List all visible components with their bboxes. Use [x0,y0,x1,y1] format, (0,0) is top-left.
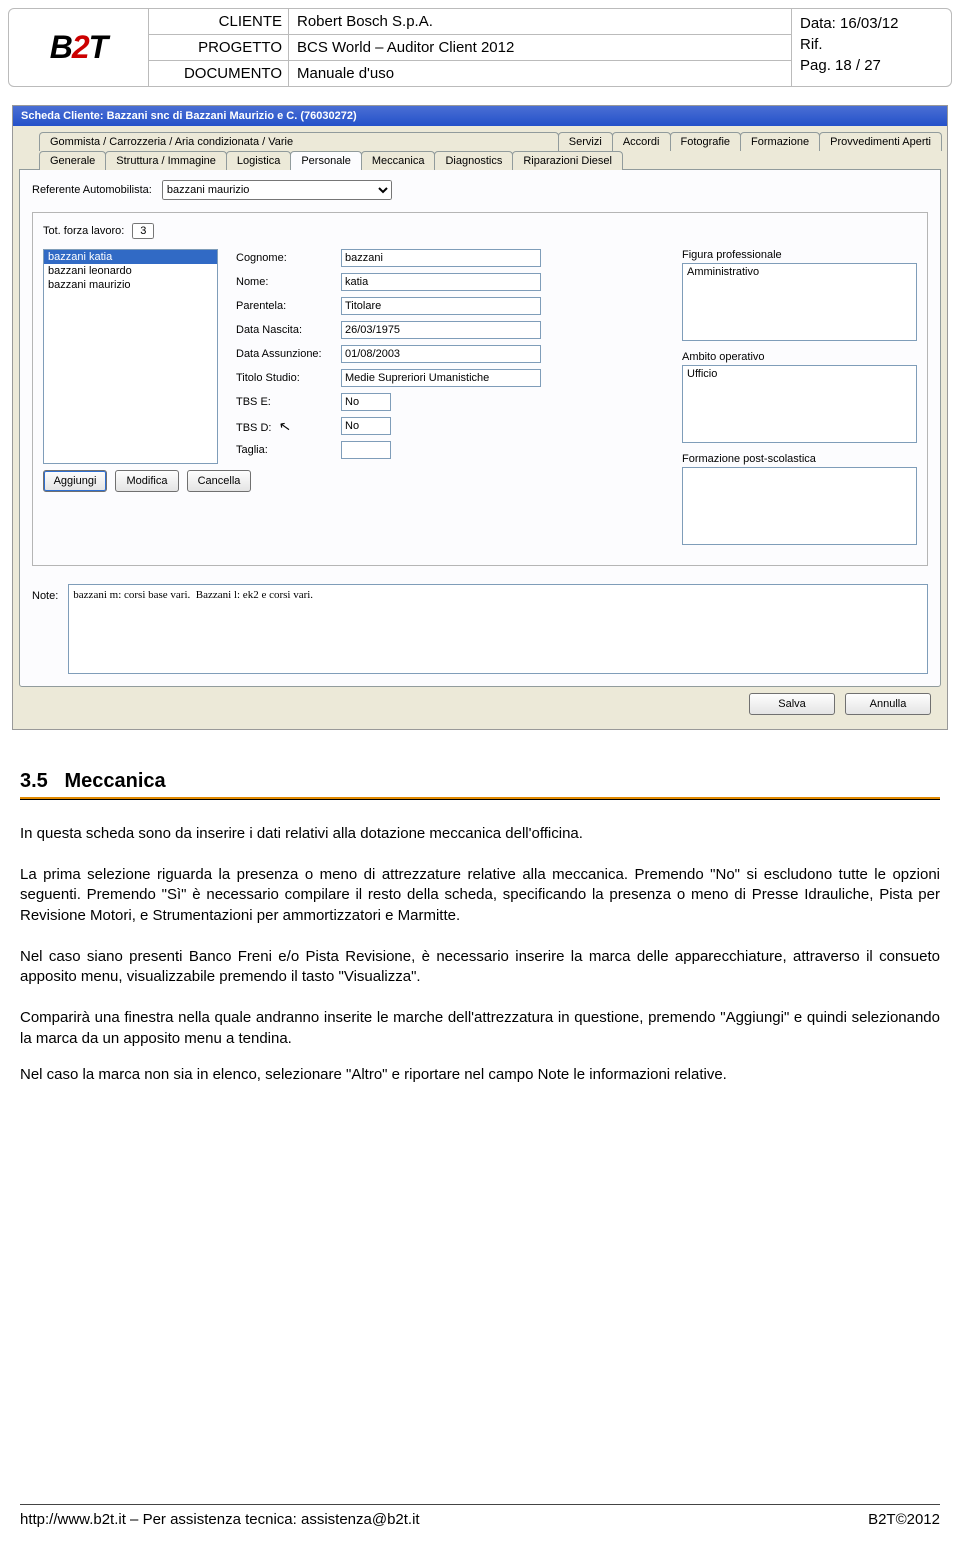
cognome-label: Cognome: [236,252,341,264]
cognome-input[interactable] [341,249,541,267]
data-nascita-label: Data Nascita: [236,324,341,336]
tab-diagnostics[interactable]: Diagnostics [434,151,513,170]
tbs-e-input[interactable] [341,393,391,411]
tab-logistica[interactable]: Logistica [226,151,291,170]
ambito-box[interactable]: Ufficio [682,365,917,443]
list-item[interactable]: bazzani leonardo [44,264,217,278]
forza-label: Tot. forza lavoro: [43,225,124,237]
paragraph: Comparirà una finestra nella quale andra… [20,1008,940,1049]
header-right: Data: 16/03/12 Rif. Pag. 18 / 27 [791,9,951,86]
personale-group: Tot. forza lavoro: bazzani katia bazzani… [32,212,928,566]
section-heading: 3.5 Meccanica [20,770,940,795]
tbs-e-label: TBS E: [236,396,341,408]
page-footer: http://www.b2t.it – Per assistenza tecni… [20,1504,940,1528]
list-item[interactable]: bazzani maurizio [44,278,217,292]
tab-riparazioni[interactable]: Riparazioni Diesel [512,151,623,170]
paragraph: Nel caso la marca non sia in elenco, sel… [20,1065,940,1086]
referente-select[interactable]: bazzani maurizio [162,180,392,200]
data-nascita-input[interactable] [341,321,541,339]
formazione-post-box[interactable] [682,467,917,545]
referente-label: Referente Automobilista: [32,184,152,196]
logo-b: B [50,29,72,66]
list-item[interactable]: bazzani katia [44,250,217,264]
taglia-input[interactable] [341,441,391,459]
logo-t: T [89,29,108,66]
window-title: Scheda Cliente: Bazzani snc di Bazzani M… [13,106,947,126]
doc-header: B2T CLIENTERobert Bosch S.p.A. PROGETTOB… [8,8,952,87]
tab-gommista[interactable]: Gommista / Carrozzeria / Aria condiziona… [39,132,559,151]
documento-label: DOCUMENTO [149,61,289,86]
taglia-label: Taglia: [236,444,341,456]
figura-box[interactable]: Amministrativo [682,263,917,341]
footer-url[interactable]: http://www.b2t.it [20,1511,126,1528]
formazione-post-label: Formazione post-scolastica [682,453,917,465]
ambito-label: Ambito operativo [682,351,917,363]
paragraph: La prima selezione riguarda la presenza … [20,865,940,927]
logo: B2T [9,9,149,86]
tab-fotografie[interactable]: Fotografie [670,132,742,151]
data-assunzione-label: Data Assunzione: [236,348,341,360]
paragraph: In questa scheda sono da inserire i dati… [20,824,940,845]
header-mid: CLIENTERobert Bosch S.p.A. PROGETTOBCS W… [149,9,791,86]
paragraph: Nel caso siano presenti Banco Freni e/o … [20,947,940,988]
progetto-value: BCS World – Auditor Client 2012 [289,35,791,60]
cursor-icon: ↖ [278,417,293,436]
tab-struttura[interactable]: Struttura / Immagine [105,151,227,170]
forza-input[interactable] [132,223,154,239]
heading-number: 3.5 [20,770,48,792]
salva-button[interactable]: Salva [749,693,835,715]
tab-servizi[interactable]: Servizi [558,132,613,151]
figura-label: Figura professionale [682,249,917,261]
heading-text: Meccanica [64,770,165,792]
tab-meccanica[interactable]: Meccanica [361,151,436,170]
cliente-value: Robert Bosch S.p.A. [289,9,791,34]
aggiungi-button[interactable]: Aggiungi [43,470,107,492]
person-form: Cognome: Nome: Parentela: Data Nascita: … [236,249,664,555]
annulla-button[interactable]: Annulla [845,693,931,715]
titolo-studio-label: Titolo Studio: [236,372,341,384]
tbs-d-input[interactable] [341,417,391,435]
parentela-label: Parentela: [236,300,341,312]
nome-input[interactable] [341,273,541,291]
footer-email[interactable]: assistenza@b2t.it [301,1511,420,1528]
tabs-row-1: Gommista / Carrozzeria / Aria condiziona… [39,132,941,151]
people-listbox[interactable]: bazzani katia bazzani leonardo bazzani m… [43,249,218,464]
tab-personale[interactable]: Personale [290,151,362,170]
tab-formazione[interactable]: Formazione [740,132,820,151]
note-label: Note: [32,584,58,674]
footer-copyright: B2T©2012 [868,1511,940,1528]
tbs-d-label: TBS D:↖ [236,418,341,435]
nome-label: Nome: [236,276,341,288]
documento-value: Manuale d'uso [289,61,791,86]
titolo-studio-input[interactable] [341,369,541,387]
tab-provvedimenti[interactable]: Provvedimenti Aperti [819,132,942,151]
cliente-label: CLIENTE [149,9,289,34]
modifica-button[interactable]: Modifica [115,470,179,492]
logo-2: 2 [72,29,89,66]
tab-generale[interactable]: Generale [39,151,106,170]
tabs-row-2: Generale Struttura / Immagine Logistica … [39,151,941,170]
progetto-label: PROGETTO [149,35,289,60]
screenshot-window: Scheda Cliente: Bazzani snc di Bazzani M… [12,105,948,730]
doc-body: 3.5 Meccanica In questa scheda sono da i… [20,770,940,1085]
data-assunzione-input[interactable] [341,345,541,363]
parentela-input[interactable] [341,297,541,315]
tab-accordi[interactable]: Accordi [612,132,671,151]
note-textarea[interactable]: bazzani m: corsi base vari. Bazzani l: e… [68,584,928,674]
tab-panel: Referente Automobilista: bazzani maurizi… [19,169,941,687]
